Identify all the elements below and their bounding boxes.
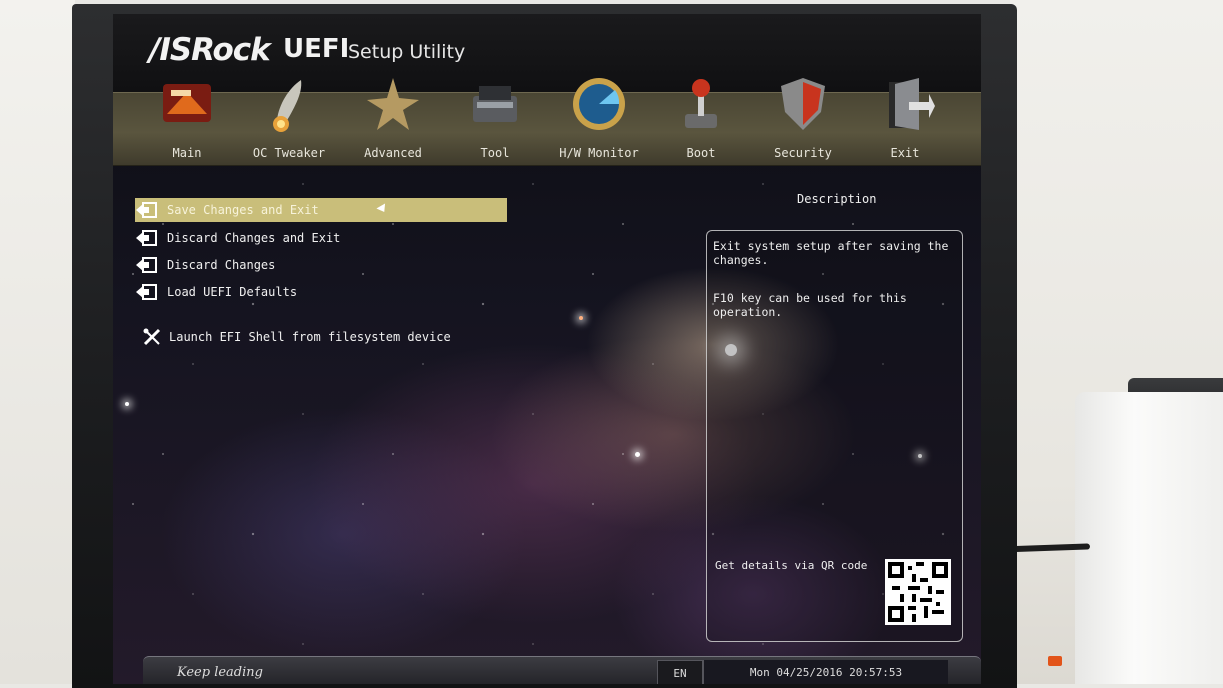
- description-title: Description: [797, 192, 877, 206]
- radar-icon: [567, 72, 631, 136]
- description-text: Exit system setup after saving the chang…: [713, 239, 949, 267]
- description-hint: F10 key can be used for this operation.: [713, 291, 907, 319]
- tab-label: Main: [172, 146, 202, 160]
- uefi-screen: /ISRock UEFI Setup Utility Main OC Tweak…: [113, 14, 981, 684]
- tab-hw-monitor[interactable]: H/W Monitor: [551, 72, 647, 168]
- brand-subtitle: Setup Utility: [348, 41, 466, 63]
- footer-bar: Keep leading EN Mon 04/25/2016 20:57:53: [143, 656, 981, 684]
- tab-label: OC Tweaker: [252, 146, 326, 160]
- tab-label: Exit: [890, 146, 920, 160]
- tab-label: Advanced: [364, 146, 422, 160]
- exit-door-icon: [873, 72, 937, 136]
- menu-launch-efi-shell[interactable]: Launch EFI Shell from filesystem device: [143, 325, 451, 349]
- tab-label: Tool: [480, 146, 510, 160]
- menu-load-defaults[interactable]: Load UEFI Defaults: [135, 280, 297, 304]
- tab-boot[interactable]: Boot: [653, 72, 749, 168]
- menu-label: Discard Changes and Exit: [167, 231, 341, 245]
- tab-label: Boot: [686, 146, 716, 160]
- rocket-icon: [257, 72, 321, 136]
- menu-label: Load UEFI Defaults: [167, 285, 298, 299]
- slogan: Keep leading: [177, 665, 263, 680]
- toolbox-icon: [463, 72, 527, 136]
- menu-discard-and-exit[interactable]: Discard Changes and Exit: [135, 226, 340, 250]
- exit-arrow-icon: [135, 257, 159, 273]
- exit-arrow-icon: [135, 230, 159, 246]
- star: [579, 316, 583, 320]
- menu-discard-changes[interactable]: Discard Changes: [135, 253, 275, 277]
- brand-uefi: UEFI: [283, 34, 350, 64]
- star: [635, 452, 640, 457]
- tab-security[interactable]: Security: [755, 72, 851, 168]
- language-button[interactable]: EN: [657, 660, 703, 684]
- qr-code[interactable]: [885, 559, 951, 625]
- shield-icon: [771, 72, 835, 136]
- tools-icon: [143, 328, 165, 346]
- exit-arrow-icon: [135, 284, 159, 300]
- tab-exit[interactable]: Exit: [857, 72, 953, 168]
- tab-main[interactable]: Main: [139, 72, 235, 168]
- star: [125, 402, 129, 406]
- tab-label: H/W Monitor: [559, 146, 639, 160]
- tab-advanced[interactable]: Advanced: [345, 72, 441, 168]
- main-icon: [155, 72, 219, 136]
- brand-logo: /ISRock: [149, 32, 271, 68]
- menu-save-and-exit[interactable]: Save Changes and Exit: [135, 198, 507, 222]
- description-panel: Exit system setup after saving the chang…: [706, 230, 963, 642]
- menu-label: Discard Changes: [167, 258, 276, 272]
- exit-arrow-icon: [135, 202, 159, 218]
- menu-label: Save Changes and Exit: [167, 203, 319, 217]
- tab-oc-tweaker[interactable]: OC Tweaker: [241, 72, 337, 168]
- star-icon: [361, 72, 425, 136]
- menu-label: Launch EFI Shell from filesystem device: [169, 330, 451, 344]
- desk-device: [1075, 392, 1223, 684]
- datetime-display: Mon 04/25/2016 20:57:53: [703, 660, 948, 684]
- tab-tool[interactable]: Tool: [447, 72, 543, 168]
- tab-label: Security: [774, 146, 832, 160]
- joystick-icon: [669, 72, 733, 136]
- wall-left: [0, 0, 75, 684]
- qr-label: Get details via QR code: [715, 559, 868, 572]
- plug: [1048, 656, 1062, 666]
